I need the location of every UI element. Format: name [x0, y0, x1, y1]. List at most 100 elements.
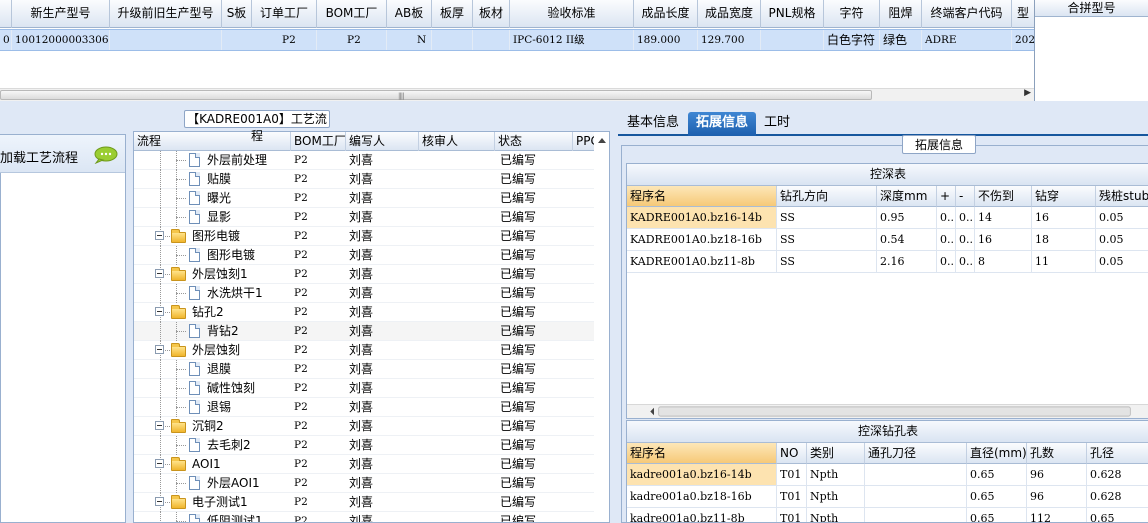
table-cell[interactable]: 16 [1032, 207, 1096, 229]
order-cell[interactable]: 绿色 [880, 30, 922, 50]
order-column-header[interactable]: 型 [1012, 0, 1034, 28]
tab-basic-info[interactable]: 基本信息 [622, 112, 684, 136]
order-cell[interactable]: 白色字符 [824, 30, 880, 50]
order-column-header[interactable]: 板材 [473, 0, 510, 28]
column-header[interactable]: 不伤到 [975, 186, 1032, 207]
process-row[interactable]: 水洗烘干1 P2 刘喜 已编写 [134, 284, 594, 303]
order-cell[interactable]: P2 [317, 30, 387, 50]
order-column-header[interactable]: AB板 [387, 0, 432, 28]
column-header-flow[interactable]: 流程 [134, 132, 291, 151]
order-cell[interactable] [761, 30, 824, 50]
table-cell[interactable]: 0.. [937, 207, 956, 229]
table-cell[interactable]: T01 [777, 486, 807, 508]
order-column-header[interactable]: PNL规格 [761, 0, 824, 28]
scroll-right-arrow-icon[interactable]: ▶ [1024, 88, 1031, 98]
column-header[interactable]: 直径(mm) [967, 443, 1027, 464]
table-cell[interactable]: 11 [1032, 251, 1096, 273]
order-cell[interactable] [473, 30, 510, 50]
table-cell[interactable]: 18 [1032, 229, 1096, 251]
order-column-header[interactable]: 字符 [824, 0, 880, 28]
table-cell[interactable]: 96 [1027, 486, 1087, 508]
column-header[interactable]: 深度mm [877, 186, 937, 207]
table-cell[interactable]: Npth [807, 486, 865, 508]
scroll-left-arrow-icon[interactable] [650, 407, 654, 416]
order-cell[interactable]: 129.700 [698, 30, 761, 50]
horizontal-splitter[interactable] [0, 101, 1148, 110]
process-row[interactable]: 退锡 P2 刘喜 已编写 [134, 398, 594, 417]
process-row[interactable]: 去毛刺2 P2 刘喜 已编写 [134, 436, 594, 455]
collapse-toggle-icon[interactable] [155, 269, 164, 278]
column-header[interactable]: 类别 [807, 443, 865, 464]
order-cell[interactable]: N [387, 30, 432, 50]
column-header[interactable]: 孔数 [1027, 443, 1087, 464]
table-cell[interactable]: 0.. [956, 229, 975, 251]
column-header[interactable]: 程序名 [627, 186, 777, 207]
process-row[interactable]: 图形电镀 P2 刘喜 已编写 [134, 227, 594, 246]
table-cell[interactable]: kadre001a0.bz11-8b [627, 508, 777, 522]
table-cell[interactable]: 0.54 [877, 229, 937, 251]
order-column-header[interactable] [0, 0, 12, 28]
table-cell[interactable]: 0.65 [1087, 508, 1148, 522]
order-cell[interactable]: P2 [252, 30, 317, 50]
tab-extended-info[interactable]: 拓展信息 [688, 112, 756, 136]
hscroll-thumb[interactable] [658, 406, 1131, 417]
table-cell[interactable]: 0.05 [1096, 207, 1148, 229]
order-cell[interactable] [110, 30, 222, 50]
right-splitter[interactable] [610, 110, 618, 523]
order-column-header[interactable]: 订单工厂 [252, 0, 317, 28]
column-header[interactable]: NO [777, 443, 807, 464]
table-cell[interactable]: 0.65 [967, 486, 1027, 508]
column-header[interactable]: 通孔刀径 [865, 443, 967, 464]
process-row[interactable]: AOI1 P2 刘喜 已编写 [134, 455, 594, 474]
process-row[interactable]: 退膜 P2 刘喜 已编写 [134, 360, 594, 379]
order-column-header[interactable]: BOM工厂 [317, 0, 387, 28]
table-cell[interactable]: SS [777, 229, 877, 251]
column-header[interactable]: 残桩stub [1096, 186, 1148, 207]
process-row[interactable]: 背钻2 P2 刘喜 已编写 [134, 322, 594, 341]
process-row[interactable]: 沉铜2 P2 刘喜 已编写 [134, 417, 594, 436]
table-cell[interactable]: 14 [975, 207, 1032, 229]
process-row[interactable]: 外层蚀刻 P2 刘喜 已编写 [134, 341, 594, 360]
column-header[interactable]: 孔径 [1087, 443, 1148, 464]
table-cell[interactable] [865, 508, 967, 522]
tab-work-hours[interactable]: 工时 [760, 112, 794, 136]
order-cell[interactable]: 189.000 [634, 30, 698, 50]
table-cell[interactable]: 0.. [937, 251, 956, 273]
collapse-toggle-icon[interactable] [155, 421, 164, 430]
table-cell[interactable]: kadre001a0.bz18-16b [627, 486, 777, 508]
table-cell[interactable]: 112 [1027, 508, 1087, 522]
column-header[interactable]: 钻孔方向 [777, 186, 877, 207]
order-column-header[interactable]: 升级前旧生产型号 [110, 0, 222, 28]
order-column-header[interactable]: 验收标准 [510, 0, 634, 28]
collapse-toggle-icon[interactable] [155, 459, 164, 468]
table-cell[interactable]: Npth [807, 464, 865, 486]
process-row[interactable]: 外层AOI1 P2 刘喜 已编写 [134, 474, 594, 493]
process-row[interactable]: 外层蚀刻1 P2 刘喜 已编写 [134, 265, 594, 284]
table-cell[interactable]: 0.. [956, 251, 975, 273]
collapse-toggle-icon[interactable] [155, 307, 164, 316]
collapse-toggle-icon[interactable] [155, 231, 164, 240]
column-header-reviewer[interactable]: 核审人 [419, 132, 495, 151]
order-column-header[interactable]: 终端客户代码 [922, 0, 1012, 28]
order-column-header[interactable]: 阻焊 [880, 0, 922, 28]
process-row[interactable]: 曝光 P2 刘喜 已编写 [134, 189, 594, 208]
order-cell[interactable]: ADRE [922, 30, 1012, 50]
column-header[interactable]: 程序名 [627, 443, 777, 464]
order-cell[interactable]: 10012000003306 [12, 30, 110, 50]
process-row[interactable]: 图形电镀 P2 刘喜 已编写 [134, 246, 594, 265]
order-grid-hscrollbar[interactable]: |||| ▶ [0, 88, 1034, 101]
table-cell[interactable]: KADRE001A0.bz18-16b [627, 229, 777, 251]
table-cell[interactable]: 0.65 [967, 464, 1027, 486]
process-row[interactable]: 电子测试1 P2 刘喜 已编写 [134, 493, 594, 512]
column-header-bom[interactable]: BOM工厂 [291, 132, 346, 151]
table-cell[interactable]: KADRE001A0.bz16-14b [627, 207, 777, 229]
table-cell[interactable]: 0.. [937, 229, 956, 251]
process-row[interactable]: 钻孔2 P2 刘喜 已编写 [134, 303, 594, 322]
order-cell[interactable]: IPC-6012 II级 [510, 30, 634, 50]
column-header-writer[interactable]: 编写人 [346, 132, 419, 151]
column-header[interactable]: + [937, 186, 956, 207]
collapse-toggle-icon[interactable] [155, 345, 164, 354]
table-cell[interactable]: 2.16 [877, 251, 937, 273]
process-row[interactable]: 碱性蚀刻 P2 刘喜 已编写 [134, 379, 594, 398]
table-cell[interactable]: 0.05 [1096, 251, 1148, 273]
